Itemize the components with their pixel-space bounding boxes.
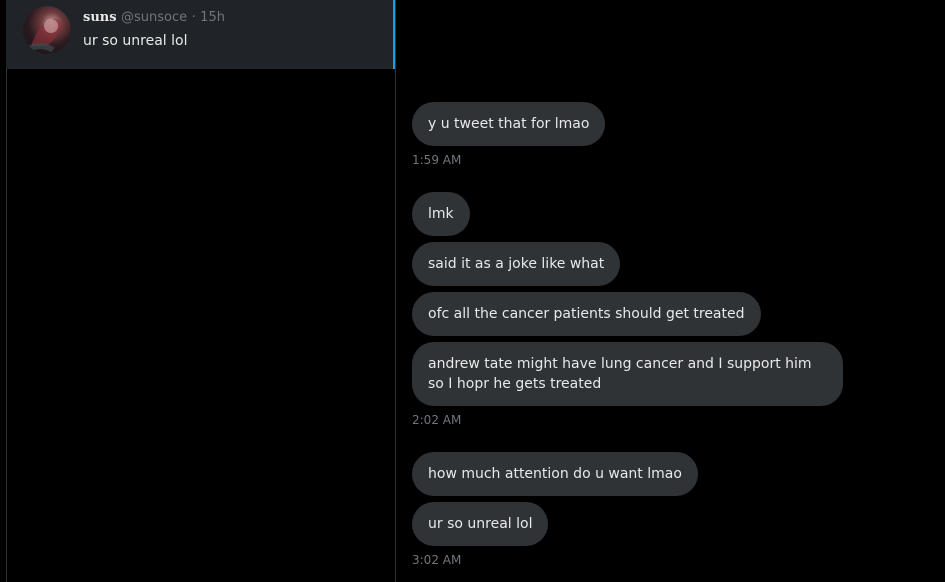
conversation-list: suns @sunsoce · 15h ur so unreal lol bbox=[6, 0, 395, 582]
message-thread: y u tweet that for lmao 1:59 AM lmk said… bbox=[396, 0, 945, 582]
message-bubble[interactable]: lmk bbox=[412, 192, 470, 236]
message-timestamp: 1:59 AM bbox=[412, 153, 462, 167]
message-timestamp: 3:02 AM bbox=[412, 553, 462, 567]
conversation-item-suns[interactable]: suns @sunsoce · 15h ur so unreal lol bbox=[6, 0, 395, 69]
avatar[interactable] bbox=[23, 6, 71, 54]
message-bubble[interactable]: ofc all the cancer patients should get t… bbox=[412, 292, 761, 336]
dm-screen: suns @sunsoce · 15h ur so unreal lol y u… bbox=[0, 0, 945, 582]
conversation-preview: ur so unreal lol bbox=[83, 33, 188, 49]
message-timestamp: 2:02 AM bbox=[412, 413, 462, 427]
conversation-time: 15h bbox=[200, 10, 225, 25]
conversation-name: suns bbox=[83, 10, 117, 25]
conversation-handle: @sunsoce bbox=[121, 10, 188, 25]
separator-dot: · bbox=[191, 10, 196, 25]
message-bubble[interactable]: ur so unreal lol bbox=[412, 502, 549, 546]
conversation-header: suns @sunsoce · 15h bbox=[83, 8, 225, 27]
message-bubble[interactable]: andrew tate might have lung cancer and I… bbox=[412, 342, 843, 406]
message-bubble[interactable]: how much attention do u want lmao bbox=[412, 452, 698, 496]
message-bubble[interactable]: said it as a joke like what bbox=[412, 242, 621, 286]
message-bubble[interactable]: y u tweet that for lmao bbox=[412, 102, 606, 146]
